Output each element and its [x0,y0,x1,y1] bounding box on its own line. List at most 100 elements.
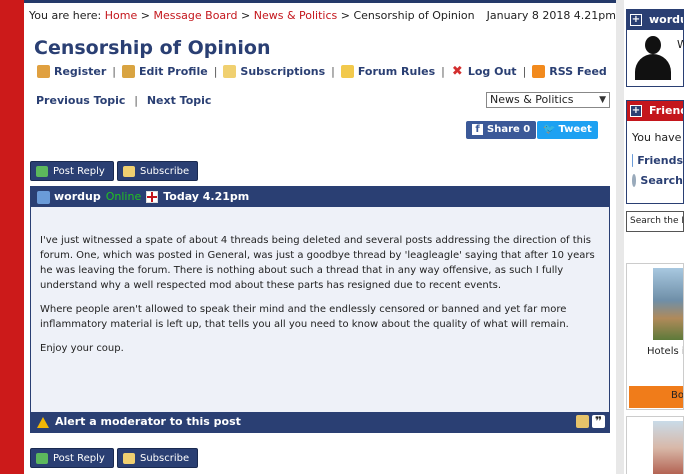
quote-icon[interactable]: ❞ [592,415,605,428]
post-reply-button[interactable]: Post Reply [30,161,114,181]
breadcrumb-separator: > [140,9,150,22]
post-paragraph: I've just witnessed a spate of about 4 t… [40,235,595,291]
search-link-label: Search [640,174,683,187]
register-icon [37,65,50,78]
link-divider: | [441,65,445,78]
link-divider: | [331,65,335,78]
hotel-ad[interactable]: Hotels in Is Boo [626,263,684,410]
user-box: + wordup W [626,9,684,87]
reply-icon [36,453,48,464]
link-divider: | [522,65,527,78]
ad-book-button[interactable]: Boo [629,386,684,408]
post-header: wordup Online Today 4.21pm [31,187,609,207]
register-label: Register [54,65,107,78]
friends-link-label: Friends [637,154,683,167]
alert-moderator-link[interactable]: Alert a moderator to this post [55,412,241,432]
expand-icon[interactable]: + [630,105,642,117]
forum-rules-link[interactable]: Forum Rules [340,65,435,78]
subscribe-button[interactable]: Subscribe [117,161,199,181]
link-divider: | [134,94,138,107]
edit-profile-link[interactable]: Edit Profile [122,65,208,78]
breadcrumb-current: Censorship of Opinion [353,9,475,22]
folder-icon [340,65,354,78]
breadcrumb-separator: > [340,9,350,22]
register-link[interactable]: Register [37,65,106,78]
tweet-button[interactable]: 🐦 Tweet [537,121,598,139]
friends-box-header: + Friends [627,101,683,121]
previous-topic-link[interactable]: Previous Topic [36,94,125,107]
chevron-down-icon: ▼ [599,95,606,105]
breadcrumb-separator: > [241,9,251,22]
subscribe-label: Subscribe [140,453,190,464]
post-body: I've just witnessed a spate of about 4 t… [40,233,596,365]
scroll-gutter [616,0,624,474]
breadcrumb-home[interactable]: Home [105,9,137,22]
subscriptions-link[interactable]: Subscriptions [223,65,325,78]
post-tools: ❞ [576,415,605,428]
rss-feed-link[interactable]: RSS Feed [532,65,607,78]
subscribe-button-bottom[interactable]: Subscribe [117,448,199,468]
breadcrumb-message-board[interactable]: Message Board [153,9,237,22]
reply-icon [36,166,48,177]
post-paragraph: Where people aren't allowed to speak the… [40,304,569,330]
user-links: Register | Edit Profile | Subscriptions … [37,65,607,78]
user-icon [37,190,50,204]
search-icon [632,174,637,187]
forum-select-value: News & Politics [490,93,574,106]
edit-pencil-icon[interactable] [576,415,589,428]
friends-text: You have no [632,131,684,144]
forum-select[interactable]: News & Politics ▼ [486,92,610,108]
england-flag-icon [146,191,159,203]
post: wordup Online Today 4.21pm I've just wit… [30,186,610,433]
main-content: You are here: Home > Message Board > New… [24,0,620,474]
subscribe-icon [123,453,135,464]
hotel-image [653,268,683,340]
edit-profile-label: Edit Profile [139,65,208,78]
post-author[interactable]: wordup [54,187,101,207]
online-status: Online [105,190,142,203]
post-time: Today 4.21pm [163,190,250,203]
edit-profile-icon [122,65,135,78]
expand-icon[interactable]: + [630,14,642,26]
share-label: Share 0 [487,124,531,135]
avatar [633,34,673,80]
next-topic-link[interactable]: Next Topic [147,94,212,107]
subscriptions-label: Subscriptions [240,65,326,78]
close-icon: ✖ [451,64,463,79]
link-divider: | [112,65,116,78]
tweet-label: Tweet [558,124,592,135]
facebook-icon: f [472,124,483,135]
friends-box: + Friends You have no Friends Search [626,100,684,204]
facebook-share-button[interactable]: f Share 0 [466,121,537,139]
post-paragraph: Enjoy your coup. [40,343,124,354]
twitter-icon: 🐦 [543,124,556,135]
warning-icon [37,416,49,428]
breadcrumb-prefix: You are here: [29,9,102,22]
link-divider: | [213,65,218,78]
hotel-image-2 [653,421,683,474]
subscribe-icon [123,166,135,177]
sidebar: + wordup W + Friends You have no Friends… [624,0,684,474]
ad-book-label: Boo [671,390,684,401]
ad-caption: Hotels in Is [647,346,683,357]
log-out-link[interactable]: ✖ Log Out [451,65,517,78]
user-box-header: + wordup [627,10,683,30]
user-box-text: W [677,38,684,51]
post-reply-label: Post Reply [53,166,105,177]
friends-box-title: Friends [649,104,683,117]
post-reply-button-bottom[interactable]: Post Reply [30,448,114,468]
search-input[interactable]: Search the H [626,211,684,232]
rss-feed-label: RSS Feed [549,65,607,78]
rss-icon [532,65,546,78]
subscriptions-icon [223,65,237,78]
user-box-title: wordup [649,13,683,26]
breadcrumb-news-politics[interactable]: News & Politics [254,9,338,22]
current-date: January 8 2018 4.21pm [486,9,616,22]
search-link[interactable]: Search [627,174,683,187]
breadcrumb: You are here: Home > Message Board > New… [29,9,475,22]
page-title: Censorship of Opinion [34,37,271,59]
friends-link[interactable]: Friends [627,154,683,167]
top-rule [24,0,620,3]
hotel-ad-2[interactable] [626,416,684,474]
search-placeholder: Search the H [630,216,684,226]
